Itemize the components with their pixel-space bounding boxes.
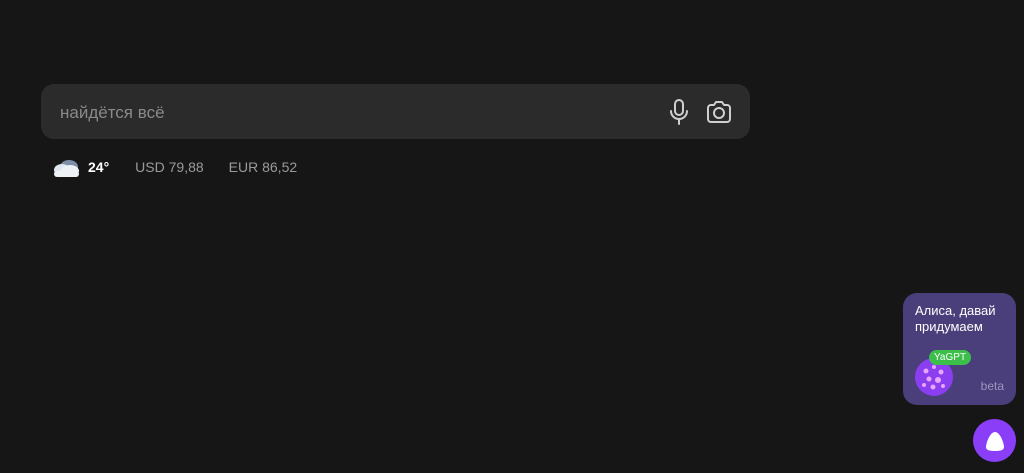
alice-button[interactable]	[973, 419, 1016, 462]
camera-icon[interactable]	[704, 97, 734, 127]
alice-promo-card[interactable]: Алиса, давай придумаем YaGPT beta	[903, 293, 1016, 405]
alice-icon	[985, 431, 1004, 451]
search-bar[interactable]	[41, 84, 750, 141]
temperature[interactable]: 24°	[88, 159, 109, 175]
microphone-icon[interactable]	[664, 97, 694, 127]
usd-rate[interactable]: USD 79,88	[135, 159, 203, 175]
promo-text: Алиса, давай придумаем	[915, 303, 996, 334]
search-input[interactable]	[41, 84, 662, 141]
cloud-icon[interactable]	[50, 155, 82, 179]
beta-label: beta	[980, 379, 1004, 393]
eur-rate[interactable]: EUR 86,52	[229, 159, 297, 175]
informer-row: 24° USD 79,88 EUR 86,52	[50, 155, 322, 179]
yagpt-badge: YaGPT	[929, 350, 972, 365]
